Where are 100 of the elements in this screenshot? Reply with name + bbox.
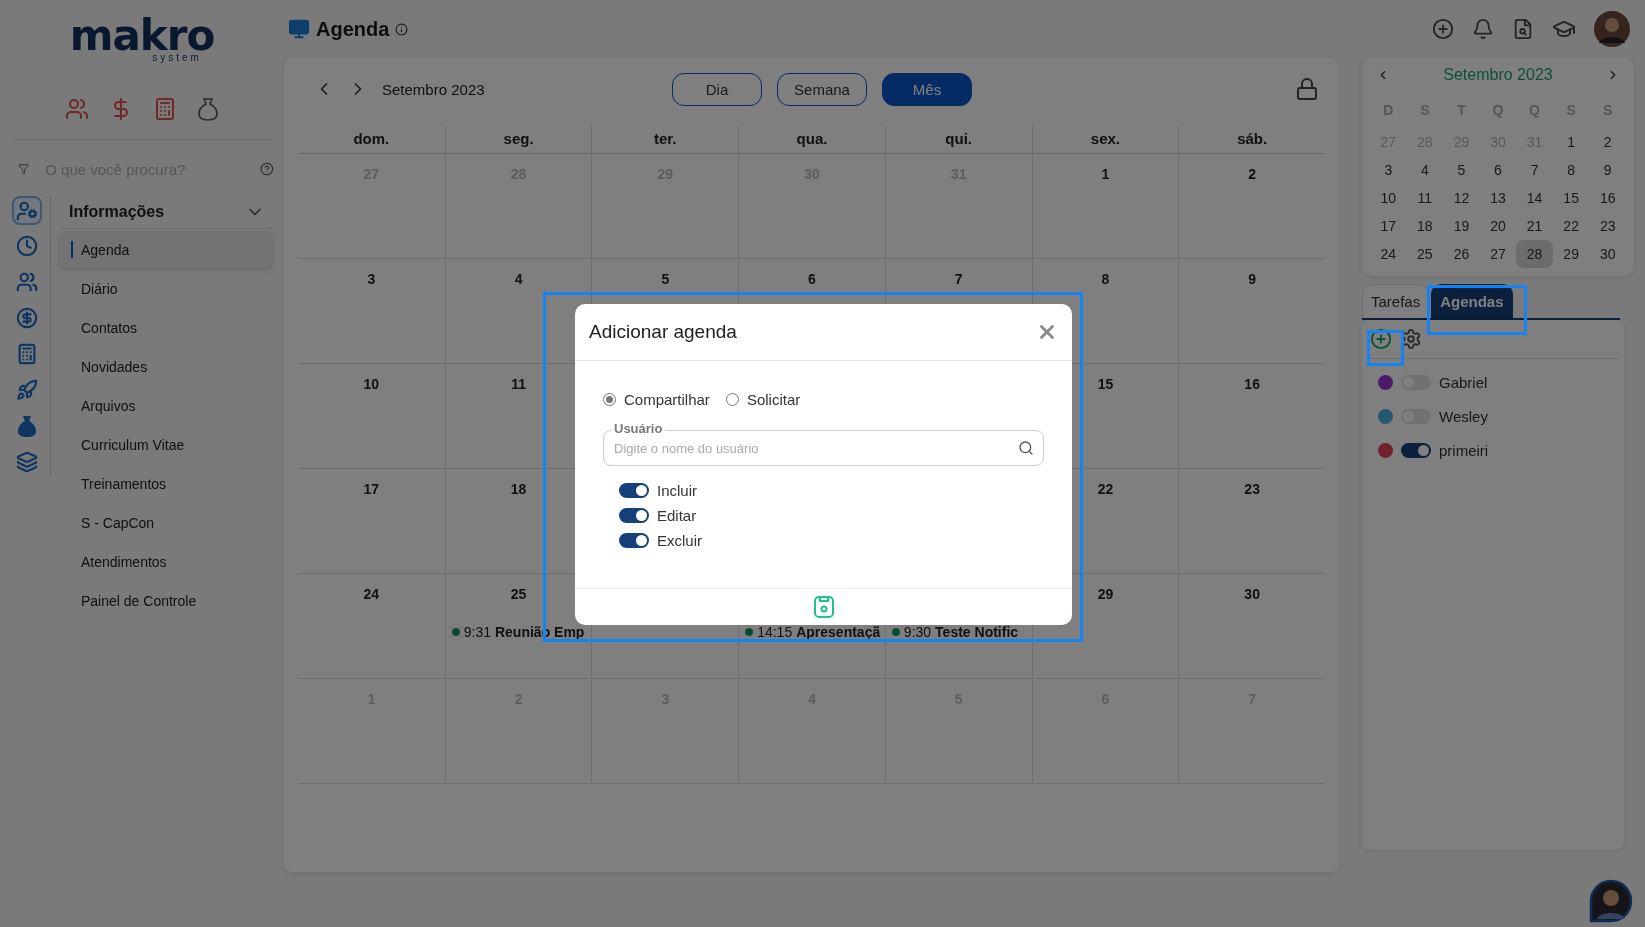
mini-day[interactable]: 30 bbox=[1589, 240, 1626, 268]
toggle-switch[interactable] bbox=[619, 533, 649, 548]
save-icon[interactable] bbox=[812, 595, 835, 619]
view-button[interactable]: Mês bbox=[882, 72, 972, 106]
page-title: Agenda bbox=[316, 17, 390, 41]
toggle-switch[interactable] bbox=[619, 483, 649, 498]
mini-day[interactable]: 16 bbox=[1589, 184, 1626, 212]
day-cell[interactable]: 30 bbox=[1178, 574, 1325, 679]
day-cell[interactable]: 3 bbox=[298, 259, 445, 364]
day-number: 30 bbox=[1244, 586, 1260, 602]
mini-day[interactable]: 17 bbox=[1370, 212, 1407, 240]
view-button[interactable]: Semana bbox=[777, 72, 867, 106]
mini-day[interactable]: 27 bbox=[1479, 240, 1517, 268]
add-icon[interactable] bbox=[1432, 18, 1454, 40]
mini-day[interactable]: 22 bbox=[1552, 212, 1590, 240]
mini-day[interactable]: 6 bbox=[1479, 156, 1517, 184]
radio-label[interactable]: Compartilhar bbox=[624, 391, 710, 408]
view-button[interactable]: Dia bbox=[672, 72, 762, 106]
day-cell[interactable]: 1 bbox=[1031, 154, 1179, 259]
mini-day[interactable]: 23 bbox=[1589, 212, 1626, 240]
lock-icon[interactable] bbox=[1295, 77, 1319, 101]
tab[interactable]: Agendas bbox=[1431, 284, 1513, 318]
calendar-event[interactable]: 14:15 Apresentaçã bbox=[745, 624, 881, 640]
day-number: 4 bbox=[514, 271, 523, 287]
mini-day[interactable]: 7 bbox=[1516, 156, 1553, 184]
weekday-header: ter. bbox=[591, 126, 739, 154]
mini-day[interactable]: 29 bbox=[1552, 240, 1590, 268]
permission-label: Excluir bbox=[657, 532, 702, 549]
mini-day[interactable]: 10 bbox=[1370, 184, 1407, 212]
avatar[interactable] bbox=[1594, 11, 1630, 47]
mini-day[interactable]: 26 bbox=[1443, 240, 1480, 268]
menu-item[interactable]: S - CapCon bbox=[59, 504, 273, 541]
month-label: Setembro 2023 bbox=[382, 80, 486, 98]
day-cell[interactable]: 2 bbox=[1178, 154, 1325, 259]
day-cell[interactable]: 16 bbox=[1178, 364, 1325, 469]
menu-item[interactable]: Diário bbox=[59, 270, 273, 307]
document-search-icon[interactable] bbox=[1512, 18, 1534, 40]
day-number: 25 bbox=[510, 586, 527, 602]
mini-day[interactable]: 2 bbox=[1589, 128, 1626, 156]
day-cell[interactable]: 9 bbox=[1178, 259, 1325, 364]
mini-day[interactable]: 15 bbox=[1552, 184, 1590, 212]
day-number: 23 bbox=[1244, 481, 1260, 497]
weekday-header: dom. bbox=[298, 126, 445, 154]
money-bag-icon[interactable] bbox=[197, 97, 219, 121]
radio-label[interactable]: Solicitar bbox=[746, 391, 801, 408]
toggle-switch[interactable] bbox=[619, 508, 649, 523]
info-icon[interactable] bbox=[395, 22, 409, 36]
month-label: Setembro 2023 bbox=[1443, 66, 1553, 84]
day-number: 11 bbox=[511, 376, 526, 392]
weekday-header: qua. bbox=[738, 126, 885, 154]
mini-day[interactable]: 19 bbox=[1443, 212, 1480, 240]
mini-day[interactable]: 11 bbox=[1406, 184, 1444, 212]
mini-day[interactable]: 5 bbox=[1443, 156, 1480, 184]
menu-item[interactable]: Atendimentos bbox=[59, 543, 273, 580]
mini-day[interactable]: 1 bbox=[1552, 128, 1590, 156]
calculator-icon[interactable] bbox=[153, 97, 177, 121]
mini-day[interactable]: 9 bbox=[1589, 156, 1626, 184]
day-number: 2 bbox=[1248, 166, 1257, 182]
user-gear-icon[interactable] bbox=[12, 196, 42, 225]
add-icon[interactable] bbox=[1370, 328, 1392, 350]
tab[interactable]: Tarefas bbox=[1362, 284, 1430, 318]
bell-icon[interactable] bbox=[1472, 18, 1494, 40]
mini-day[interactable]: 4 bbox=[1406, 156, 1444, 184]
day-cell[interactable]: 24 bbox=[298, 574, 445, 679]
menu-item[interactable]: Curriculum Vitae bbox=[59, 426, 273, 463]
mini-day[interactable]: 12 bbox=[1443, 184, 1480, 212]
day-number: 3 bbox=[367, 271, 376, 287]
menu-item[interactable]: Contatos bbox=[59, 309, 273, 346]
menu-item[interactable]: Painel de Controle bbox=[59, 582, 273, 619]
dialog-title: Adicionar agenda bbox=[589, 321, 737, 343]
calendar-event[interactable]: 9:30 Teste Notific bbox=[891, 624, 1019, 640]
mini-day[interactable]: 13 bbox=[1479, 184, 1517, 212]
day-cell[interactable]: 23 bbox=[1178, 469, 1325, 574]
menu-item[interactable]: Novidades bbox=[59, 348, 273, 385]
section-title[interactable]: Informações bbox=[69, 203, 165, 221]
menu-item[interactable]: Treinamentos bbox=[59, 465, 273, 502]
mini-day[interactable]: 25 bbox=[1406, 240, 1444, 268]
mini-day[interactable]: 28 bbox=[1516, 240, 1553, 268]
day-cell[interactable]: 10 bbox=[298, 364, 445, 469]
search-icon[interactable] bbox=[1018, 440, 1034, 456]
assistant-avatar[interactable] bbox=[1589, 879, 1633, 923]
toggle-switch[interactable] bbox=[1401, 442, 1431, 458]
day-number: 24 bbox=[363, 586, 380, 602]
mini-day[interactable]: 8 bbox=[1552, 156, 1590, 184]
mini-day[interactable]: 18 bbox=[1406, 212, 1444, 240]
day-number: 17 bbox=[363, 481, 380, 497]
mini-day[interactable]: 20 bbox=[1479, 212, 1517, 240]
weekday-header: seg. bbox=[444, 126, 592, 154]
monitor-icon bbox=[288, 18, 310, 40]
day-number: 9 bbox=[1248, 271, 1257, 287]
mini-day[interactable]: 14 bbox=[1516, 184, 1553, 212]
day-number: 7 bbox=[954, 271, 963, 287]
agenda-name: primeiri bbox=[1439, 441, 1489, 459]
mini-day[interactable]: 21 bbox=[1516, 212, 1553, 240]
mini-day[interactable]: 24 bbox=[1370, 240, 1407, 268]
people-icon[interactable] bbox=[65, 97, 89, 121]
day-cell[interactable]: 17 bbox=[298, 469, 445, 574]
menu-item[interactable]: Arquivos bbox=[59, 387, 273, 424]
mini-day[interactable]: 3 bbox=[1370, 156, 1407, 184]
menu-item[interactable]: Agenda bbox=[59, 231, 273, 268]
